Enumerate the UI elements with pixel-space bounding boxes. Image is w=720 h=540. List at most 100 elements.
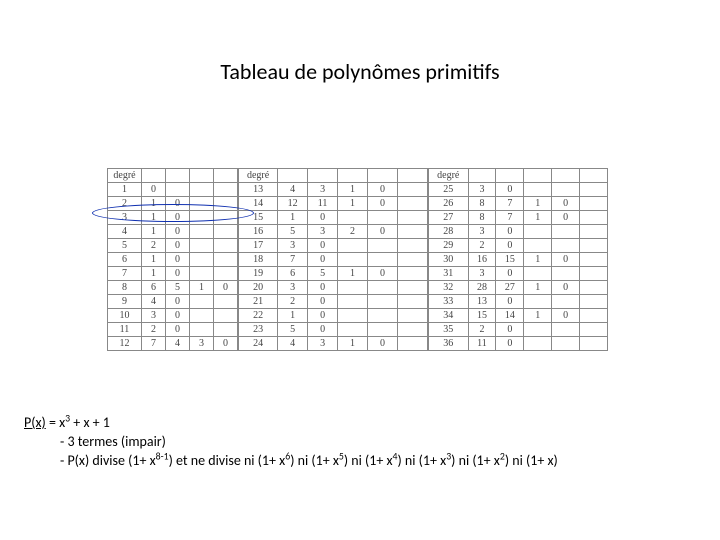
coef-cell: 2 [142,239,166,253]
table-row: 2530 [429,183,608,197]
coef-cell [190,253,214,267]
coef-cell: 4 [166,337,190,351]
coef-cell: 0 [214,337,238,351]
degree-cell: 11 [108,323,142,337]
degree-cell: 27 [429,211,469,225]
coef-cell: 1 [338,267,368,281]
col-header [166,169,190,183]
coef-cell: 3 [190,337,214,351]
coef-cell: 11 [308,197,338,211]
degree-cell: 29 [429,239,469,253]
degree-cell: 17 [239,239,278,253]
coef-cell [524,323,552,337]
coef-cell: 0 [166,239,190,253]
table-row: 32282710 [429,281,608,295]
coef-cell [524,295,552,309]
coef-cell: 8 [468,211,496,225]
coef-cell: 0 [166,253,190,267]
coef-cell: 0 [496,267,524,281]
table-row: 310 [108,211,238,225]
coef-cell: 0 [166,211,190,225]
coef-cell [397,211,427,225]
coef-cell [190,211,214,225]
coef-cell [397,323,427,337]
coef-cell [368,211,398,225]
coef-cell: 3 [308,337,338,351]
col-header [580,169,608,183]
degree-cell: 31 [429,267,469,281]
coef-cell [397,281,427,295]
table-row: 278710 [429,211,608,225]
coef-cell [214,225,238,239]
coef-cell [368,323,398,337]
coef-cell: 0 [368,197,398,211]
coef-cell [214,295,238,309]
degree-cell: 1 [108,183,142,197]
coef-cell: 3 [278,239,308,253]
degree-cell: 36 [429,337,469,351]
coef-cell [190,267,214,281]
coef-cell: 2 [278,295,308,309]
degree-cell: 24 [239,337,278,351]
table-row: 165320 [239,225,428,239]
coef-cell [190,239,214,253]
table-row: 3130 [429,267,608,281]
coef-cell: 0 [368,183,398,197]
coef-cell [552,295,580,309]
table-row: 134310 [239,183,428,197]
coef-cell: 0 [496,337,524,351]
coef-cell [214,239,238,253]
exp: 8-1 [156,450,169,462]
coef-cell [524,337,552,351]
coef-cell [552,225,580,239]
degree-cell: 3 [108,211,142,225]
degree-cell: 8 [108,281,142,295]
degree-cell: 19 [239,267,278,281]
coef-cell [214,309,238,323]
txt: + x + 1 [70,414,110,431]
degree-cell: 9 [108,295,142,309]
degree-cell: 14 [239,197,278,211]
coef-cell: 1 [190,281,214,295]
coef-cell: 0 [552,197,580,211]
col-header [468,169,496,183]
table-row: 610 [108,253,238,267]
coef-cell [580,267,608,281]
degree-cell: 2 [108,197,142,211]
coef-cell: 1 [338,183,368,197]
table-row: 1730 [239,239,428,253]
coef-cell: 3 [278,281,308,295]
table-row: 3520 [429,323,608,337]
coef-cell [368,281,398,295]
degree-cell: 10 [108,309,142,323]
col-header [142,169,166,183]
txt: - P(x) divise (1+ x [60,452,156,469]
degree-cell: 25 [429,183,469,197]
coef-cell [580,239,608,253]
coef-cell [552,267,580,281]
coef-cell [580,323,608,337]
coef-cell: 8 [468,197,496,211]
coef-cell: 0 [142,183,166,197]
txt: = x [46,414,65,431]
coef-cell [190,295,214,309]
txt: ) ni (1+ x [451,452,500,469]
coef-cell [580,225,608,239]
coef-cell [190,309,214,323]
table-block-3: degré 2530268710278710283029203016151031… [428,168,608,351]
degree-cell: 22 [239,309,278,323]
coef-cell: 0 [496,295,524,309]
table-row: 2830 [429,225,608,239]
coef-cell [214,183,238,197]
coef-cell: 0 [368,225,398,239]
col-header [308,169,338,183]
coef-cell: 0 [496,183,524,197]
degree-cell: 5 [108,239,142,253]
note-line-2: - 3 termes (impair) [24,433,558,452]
coef-cell: 4 [278,183,308,197]
coef-cell: 1 [278,211,308,225]
col-header [368,169,398,183]
coef-cell [214,323,238,337]
coef-cell [552,239,580,253]
table-row: 244310 [239,337,428,351]
